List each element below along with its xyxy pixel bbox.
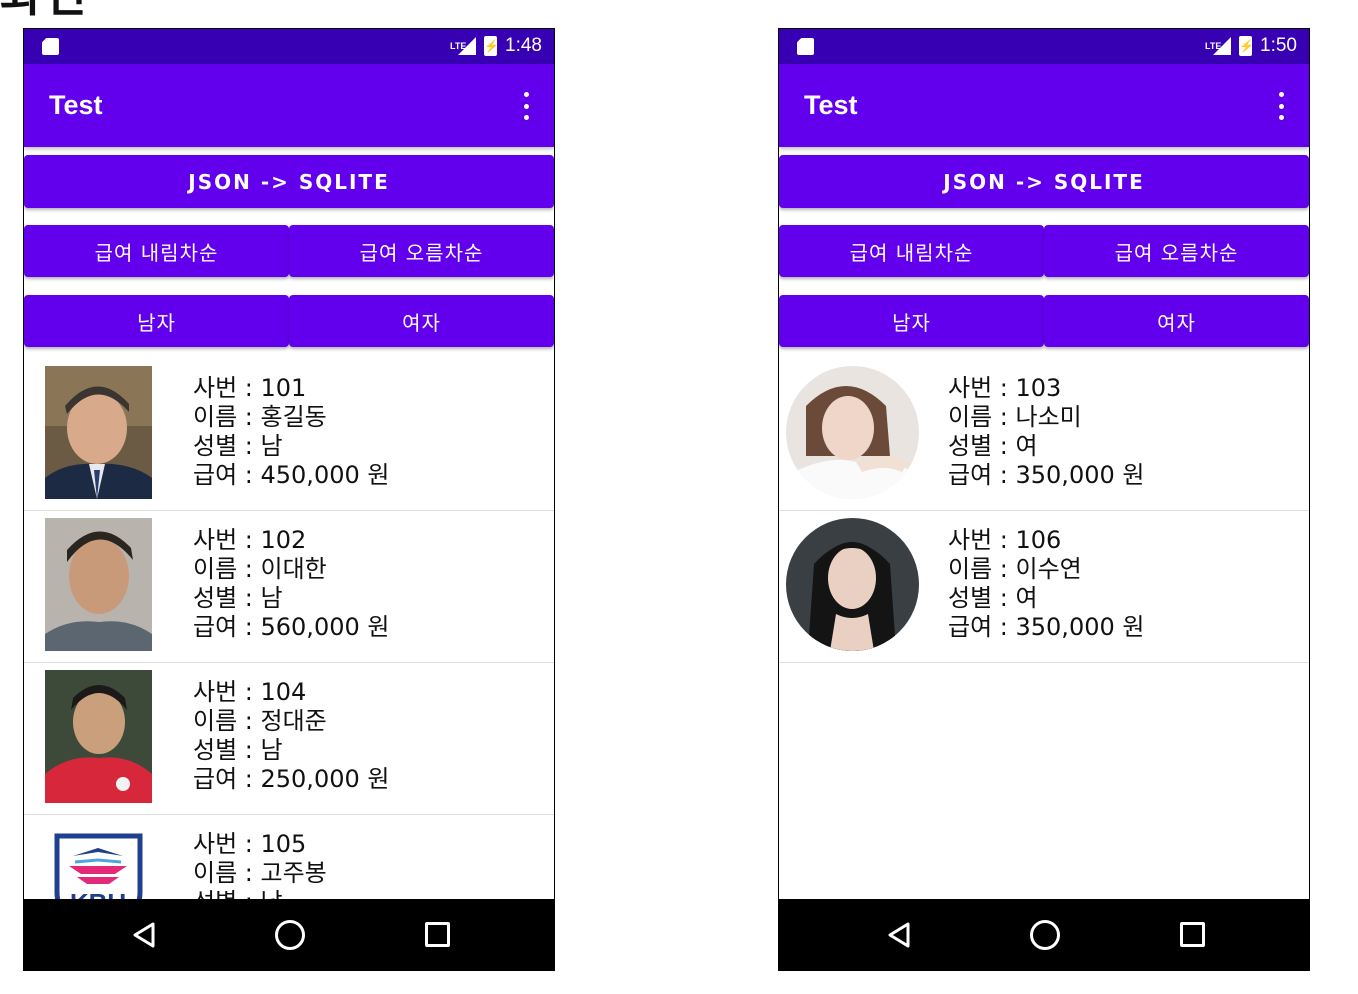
app-bar: Test (779, 64, 1309, 147)
employee-gender: 성별 : 남 (193, 888, 327, 899)
employee-salary: 급여 : 250,000 원 (193, 765, 390, 793)
navigation-bar (779, 899, 1309, 970)
recent-apps-icon[interactable] (425, 922, 450, 947)
salary-desc-button[interactable]: 급여 내림차순 (24, 225, 289, 277)
employee-salary: 급여 : 350,000 원 (948, 613, 1145, 641)
overflow-menu-icon[interactable] (1277, 92, 1285, 120)
employee-id: 사번 : 105 (193, 830, 307, 858)
male-filter-button[interactable]: 남자 (24, 295, 289, 347)
man-portrait-photo (45, 518, 152, 651)
employee-name: 이름 : 정대준 (193, 707, 327, 735)
status-bar: LTE ⚡ 1:48 (24, 29, 554, 64)
employee-name: 이름 : 나소미 (948, 403, 1082, 431)
recent-apps-icon[interactable] (1180, 922, 1205, 947)
back-icon[interactable] (131, 921, 157, 949)
list-item[interactable]: 사번 : 106 이름 : 이수연 성별 : 여 급여 : 350,000 원 (779, 511, 1309, 663)
battery-charging-icon: ⚡ (484, 36, 499, 56)
employee-name: 이름 : 이대한 (193, 555, 327, 583)
status-time: 1:50 (1260, 35, 1297, 56)
woman-white-photo (786, 366, 919, 499)
soccer-player-photo (45, 670, 152, 803)
employee-id: 사번 : 104 (193, 678, 307, 706)
salary-asc-button[interactable]: 급여 오름차순 (289, 225, 554, 277)
employee-id: 사번 : 103 (948, 374, 1062, 402)
employee-name: 이름 : 이수연 (948, 555, 1082, 583)
sd-card-icon (797, 38, 814, 55)
home-icon[interactable] (1030, 920, 1060, 950)
sd-card-icon (42, 38, 59, 55)
status-time: 1:48 (505, 35, 542, 56)
employee-id: 사번 : 101 (193, 374, 307, 402)
kbu-logo: KBU (45, 822, 152, 899)
employee-list[interactable]: 사번 : 103 이름 : 나소미 성별 : 여 급여 : 350,000 원 … (779, 359, 1309, 899)
overflow-menu-icon[interactable] (522, 92, 530, 120)
app-title: Test (49, 90, 103, 120)
list-item[interactable]: 사번 : 102 이름 : 이대한 성별 : 남 급여 : 560,000 원 (24, 511, 554, 663)
salary-desc-button[interactable]: 급여 내림차순 (779, 225, 1044, 277)
female-filter-button[interactable]: 여자 (1044, 295, 1309, 347)
salary-asc-button[interactable]: 급여 오름차순 (1044, 225, 1309, 277)
home-icon[interactable] (275, 920, 305, 950)
list-item[interactable]: 사번 : 101 이름 : 홍길동 성별 : 남 급여 : 450,000 원 (24, 359, 554, 511)
employee-salary: 급여 : 350,000 원 (948, 461, 1145, 489)
employee-name: 이름 : 고주봉 (193, 859, 327, 887)
female-filter-button[interactable]: 여자 (289, 295, 554, 347)
phone-screen-1: LTE ⚡ 1:48 Test JSON -> SQLITE 급여 내림차순 급… (23, 28, 555, 971)
woman-dark-photo (786, 518, 919, 651)
employee-salary: 급여 : 560,000 원 (193, 613, 390, 641)
app-title: Test (804, 90, 858, 120)
list-item[interactable]: 사번 : 104 이름 : 정대준 성별 : 남 급여 : 250,000 원 (24, 663, 554, 815)
back-icon[interactable] (886, 921, 912, 949)
employee-gender: 성별 : 여 (948, 432, 1038, 460)
navigation-bar (24, 899, 554, 970)
man-suit-photo (45, 366, 152, 499)
lte-signal-icon: LTE (1205, 36, 1232, 56)
employee-gender: 성별 : 남 (193, 584, 283, 612)
employee-gender: 성별 : 남 (193, 736, 283, 764)
list-item[interactable]: 사번 : 103 이름 : 나소미 성별 : 여 급여 : 350,000 원 (779, 359, 1309, 511)
json-to-sqlite-button[interactable]: JSON -> SQLITE (779, 155, 1309, 208)
employee-id: 사번 : 106 (948, 526, 1062, 554)
battery-charging-icon: ⚡ (1239, 36, 1254, 56)
employee-id: 사번 : 102 (193, 526, 307, 554)
json-to-sqlite-button[interactable]: JSON -> SQLITE (24, 155, 554, 208)
employee-salary: 급여 : 450,000 원 (193, 461, 390, 489)
svg-text:KBU: KBU (70, 888, 126, 899)
employee-name: 이름 : 홍길동 (193, 403, 327, 431)
list-item[interactable]: KBU 사번 : 105 이름 : 고주봉 성별 : 남 (24, 815, 554, 899)
male-filter-button[interactable]: 남자 (779, 295, 1044, 347)
phone-screen-2: LTE ⚡ 1:50 Test JSON -> SQLITE 급여 내림차순 급… (778, 28, 1310, 971)
app-bar: Test (24, 64, 554, 147)
lte-signal-icon: LTE (450, 36, 477, 56)
employee-gender: 성별 : 여 (948, 584, 1038, 612)
employee-gender: 성별 : 남 (193, 432, 283, 460)
status-bar: LTE ⚡ 1:50 (779, 29, 1309, 64)
screen-caption: 화면 (0, 0, 89, 18)
employee-list[interactable]: 사번 : 101 이름 : 홍길동 성별 : 남 급여 : 450,000 원 … (24, 359, 554, 899)
